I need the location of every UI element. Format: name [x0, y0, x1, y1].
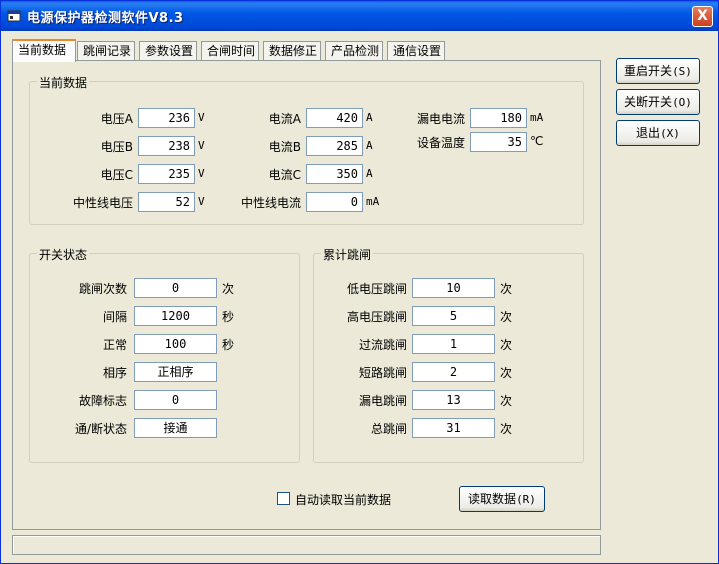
- current-a-field[interactable]: 420: [306, 108, 363, 128]
- restart-switch-button-label: 重启开关: [624, 64, 673, 78]
- total-trips-field[interactable]: 31: [412, 418, 495, 438]
- low-voltage-trips-label: 低电压跳闸: [346, 282, 407, 296]
- voltage-a-label: 电压A: [100, 112, 133, 126]
- current-c-unit: A: [366, 167, 373, 180]
- status-bar: [12, 535, 601, 555]
- voltage-b-field[interactable]: 238: [138, 136, 195, 156]
- read-data-button-label: 读取数据: [468, 492, 517, 506]
- fault-flag-label: 故障标志: [78, 394, 127, 408]
- restart-switch-button-hotkey: (S): [672, 65, 692, 78]
- auto-read-checkbox[interactable]: [277, 492, 290, 505]
- interval-unit: 秒: [222, 310, 235, 324]
- cumulative-trips-group-title: 累计跳闸: [321, 246, 374, 263]
- fault-flag-field[interactable]: 0: [134, 390, 217, 410]
- neutral-voltage-label: 中性线电压: [72, 196, 133, 210]
- overcurrent-trips-field[interactable]: 1: [412, 334, 495, 354]
- interval-label: 间隔: [102, 310, 127, 324]
- tab-close-time[interactable]: 合闸时间: [201, 41, 259, 61]
- device-temperature-label: 设备温度: [416, 136, 465, 150]
- cumulative-trips-group: 累计跳闸 低电压跳闸 10 次 高电压跳闸 5 次 过流跳闸 1 次 短路跳闸 …: [313, 246, 584, 463]
- short-circuit-trips-label: 短路跳闸: [358, 366, 407, 380]
- close-button[interactable]: X: [692, 6, 713, 27]
- current-b-field[interactable]: 285: [306, 136, 363, 156]
- read-data-button[interactable]: 读取数据(R): [459, 486, 545, 512]
- overcurrent-trips-unit: 次: [500, 338, 513, 352]
- switch-status-group-title: 开关状态: [37, 246, 90, 263]
- tab-current-data[interactable]: 当前数据: [12, 39, 76, 62]
- current-b-label: 电流B: [268, 140, 301, 154]
- phase-sequence-label: 相序: [102, 366, 127, 380]
- device-temperature-field[interactable]: 35: [470, 132, 527, 152]
- total-trips-unit: 次: [500, 422, 513, 436]
- phase-sequence-field[interactable]: 正相序: [134, 362, 217, 382]
- tab-trip-records[interactable]: 跳闸记录: [77, 41, 135, 61]
- leakage-trips-unit: 次: [500, 394, 513, 408]
- normal-field[interactable]: 100: [134, 334, 217, 354]
- exit-button[interactable]: 退出(X): [616, 120, 700, 146]
- high-voltage-trips-unit: 次: [500, 310, 513, 324]
- current-c-label: 电流C: [268, 168, 301, 182]
- neutral-current-unit: mA: [366, 195, 380, 208]
- tab-data-correction[interactable]: 数据修正: [263, 41, 321, 61]
- onoff-status-label: 通/断状态: [74, 422, 127, 436]
- leakage-current-field[interactable]: 180: [470, 108, 527, 128]
- voltage-c-label: 电压C: [100, 168, 133, 182]
- auto-read-label[interactable]: 自动读取当前数据: [295, 491, 391, 508]
- low-voltage-trips-field[interactable]: 10: [412, 278, 495, 298]
- window-title: 电源保护器检测软件V8.3: [27, 11, 184, 26]
- shutdown-switch-button[interactable]: 关断开关(O): [616, 89, 700, 115]
- tab-product-test[interactable]: 产品检测: [325, 41, 383, 61]
- switch-status-group: 开关状态 跳闸次数 0 次 间隔 1200 秒 正常 100 秒 相序 正相序 …: [29, 246, 300, 463]
- neutral-voltage-unit: V: [198, 195, 205, 208]
- device-temperature-unit: ℃: [530, 134, 544, 148]
- exit-button-label: 退出: [636, 126, 661, 140]
- leakage-current-unit: mA: [530, 111, 544, 124]
- neutral-voltage-field[interactable]: 52: [138, 192, 195, 212]
- current-a-label: 电流A: [268, 112, 301, 126]
- voltage-a-unit: V: [198, 111, 205, 124]
- read-data-button-hotkey: (R): [516, 493, 536, 506]
- title-bar[interactable]: 电源保护器检测软件V8.3 X: [1, 1, 718, 31]
- current-a-unit: A: [366, 111, 373, 124]
- trip-count-unit: 次: [222, 282, 235, 296]
- high-voltage-trips-field[interactable]: 5: [412, 306, 495, 326]
- normal-unit: 秒: [222, 338, 235, 352]
- current-data-group-title: 当前数据: [37, 74, 90, 91]
- tab-parameter-settings[interactable]: 参数设置: [139, 41, 197, 61]
- current-data-group: 当前数据 电压A 236 V 电压B 238 V 电压C 235 V 中性线电压…: [29, 74, 584, 225]
- tab-panel-current-data: 当前数据 电压A 236 V 电压B 238 V 电压C 235 V 中性线电压…: [12, 60, 601, 530]
- main-window: 电源保护器检测软件V8.3 X 当前数据 跳闸记录 参数设置 合闸时间 数据修正…: [0, 0, 719, 564]
- onoff-status-field[interactable]: 接通: [134, 418, 217, 438]
- short-circuit-trips-field[interactable]: 2: [412, 362, 495, 382]
- leakage-current-label: 漏电电流: [416, 112, 465, 126]
- current-c-field[interactable]: 350: [306, 164, 363, 184]
- low-voltage-trips-unit: 次: [500, 282, 513, 296]
- neutral-current-label: 中性线电流: [240, 196, 301, 210]
- leakage-trips-label: 漏电跳闸: [358, 394, 407, 408]
- restart-switch-button[interactable]: 重启开关(S): [616, 58, 700, 84]
- voltage-c-field[interactable]: 235: [138, 164, 195, 184]
- normal-label: 正常: [102, 338, 127, 352]
- voltage-a-field[interactable]: 236: [138, 108, 195, 128]
- short-circuit-trips-unit: 次: [500, 366, 513, 380]
- exit-button-hotkey: (X): [660, 127, 680, 140]
- current-b-unit: A: [366, 139, 373, 152]
- overcurrent-trips-label: 过流跳闸: [358, 338, 407, 352]
- voltage-b-unit: V: [198, 139, 205, 152]
- app-icon: [7, 10, 21, 22]
- trip-count-field[interactable]: 0: [134, 278, 217, 298]
- neutral-current-field[interactable]: 0: [306, 192, 363, 212]
- tab-communication-settings[interactable]: 通信设置: [387, 41, 445, 61]
- voltage-c-unit: V: [198, 167, 205, 180]
- interval-field[interactable]: 1200: [134, 306, 217, 326]
- shutdown-switch-button-label: 关断开关: [624, 95, 673, 109]
- shutdown-switch-button-hotkey: (O): [672, 96, 692, 109]
- high-voltage-trips-label: 高电压跳闸: [346, 310, 407, 324]
- total-trips-label: 总跳闸: [370, 422, 407, 436]
- voltage-b-label: 电压B: [100, 140, 133, 154]
- trip-count-label: 跳闸次数: [78, 282, 127, 296]
- leakage-trips-field[interactable]: 13: [412, 390, 495, 410]
